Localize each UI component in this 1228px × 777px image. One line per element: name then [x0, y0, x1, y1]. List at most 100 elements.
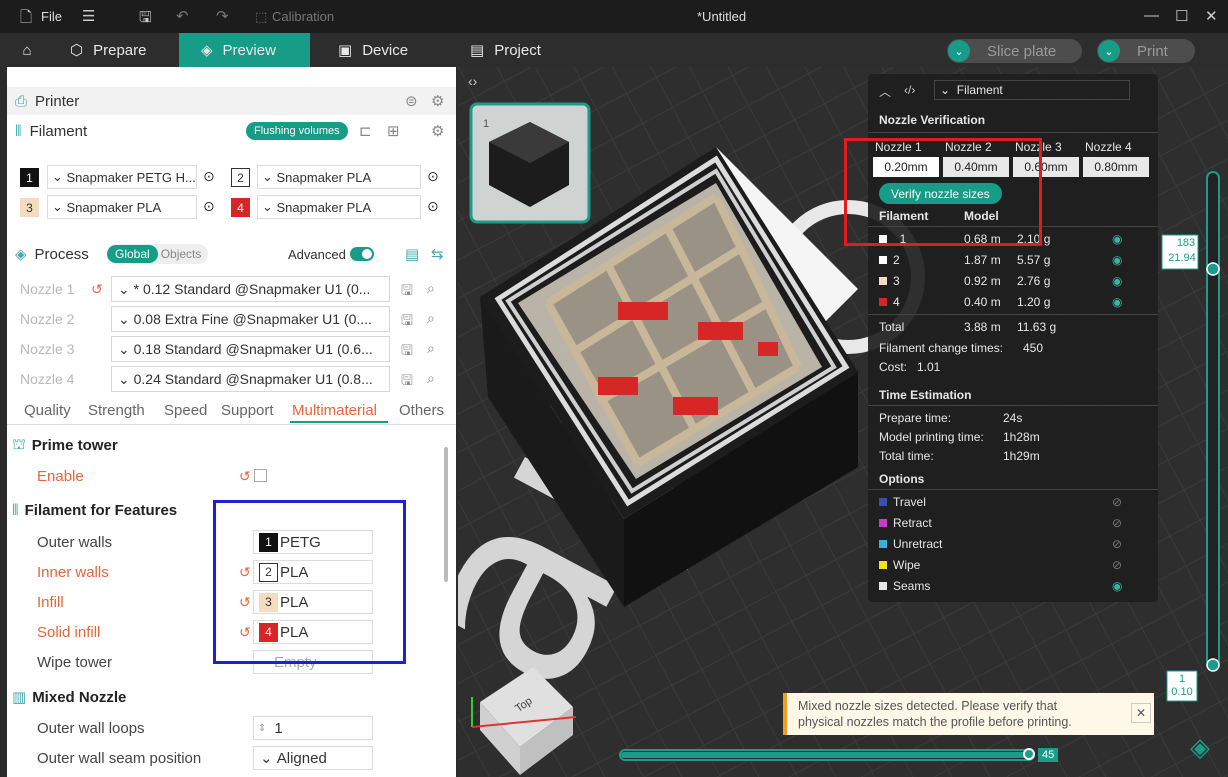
undo-icon[interactable]: ↶ — [176, 7, 189, 25]
total-label: Total — [879, 320, 905, 334]
filament-badge[interactable]: 3 — [20, 198, 39, 217]
eye-icon[interactable]: ◉ — [1112, 232, 1122, 246]
collapse-sidebar-icon[interactable]: ‹› — [468, 73, 477, 89]
save-icon[interactable]: 🖫 — [401, 340, 413, 364]
view-type-select[interactable]: ⌄ Filament — [934, 80, 1130, 100]
print-button[interactable]: ⌄ Print — [1097, 39, 1195, 63]
menu-icon[interactable]: ☰ — [82, 7, 95, 25]
search-icon[interactable]: ⌕ — [427, 370, 435, 387]
tab-speed[interactable]: Speed — [164, 402, 207, 419]
printer-header[interactable]: ⎙ Printer ⊜ ⚙ — [7, 87, 456, 115]
compare-icon[interactable]: ⊜ — [405, 92, 418, 110]
scrollbar[interactable] — [444, 447, 448, 582]
eye-off-icon[interactable]: ⊘ — [1112, 558, 1122, 572]
layer-slider-bottom-handle[interactable] — [1206, 658, 1220, 672]
close-icon[interactable]: ✕ — [1131, 703, 1151, 723]
chevron-down-icon[interactable]: ⌄ — [948, 40, 970, 62]
tab-support[interactable]: Support — [221, 402, 274, 419]
file-menu[interactable]: File — [41, 9, 62, 24]
list-icon[interactable]: ▤ — [405, 245, 419, 263]
eye-off-icon[interactable]: ⊘ — [1112, 537, 1122, 551]
move-slider-handle[interactable] — [1023, 748, 1035, 760]
save-icon[interactable]: 🖫 — [139, 7, 152, 32]
filament-row: 4 — [879, 295, 900, 309]
features-title: Filament for Features — [24, 502, 178, 519]
printer-icon: ⎙ — [15, 92, 28, 110]
calibration-menu[interactable]: Calibration — [272, 9, 334, 24]
process-select[interactable]: ⌄ 0.18 Standard @Snapmaker U1 (0.6... — [111, 336, 390, 362]
eye-off-icon[interactable]: ⊘ — [1112, 516, 1122, 530]
tab-multimaterial[interactable]: Multimaterial — [292, 402, 377, 419]
global-objects-toggle[interactable]: Global Objects — [107, 244, 208, 264]
filament-badge[interactable]: 2 — [231, 168, 250, 187]
layers-icon[interactable]: ◈ — [1190, 732, 1210, 763]
filament-title: Filament — [29, 122, 88, 140]
flushing-volumes-button[interactable]: Flushing volumes — [246, 122, 348, 140]
reset-icon[interactable]: ↺ — [91, 281, 103, 298]
filament-select[interactable]: ⌄ Snapmaker PLA — [47, 195, 197, 219]
eye-icon[interactable]: ◉ — [1112, 253, 1122, 267]
tab-quality[interactable]: Quality — [24, 402, 71, 419]
filament-settings-icon[interactable]: ⚙ — [431, 122, 444, 140]
save-icon[interactable]: 🖫 — [401, 310, 413, 334]
redo-icon[interactable]: ↷ — [216, 7, 229, 25]
search-icon[interactable]: ⌕ — [427, 280, 435, 297]
options-title: Options — [879, 472, 925, 486]
filament-badge[interactable]: 1 — [20, 168, 39, 187]
tab-others[interactable]: Others — [399, 402, 444, 419]
filament-select[interactable]: ⌄ Snapmaker PETG H... — [47, 165, 197, 189]
seam-position-select[interactable]: ⌄ Aligned — [253, 746, 373, 770]
process-select[interactable]: ⌄ 0.24 Standard @Snapmaker U1 (0.8... — [111, 366, 390, 392]
compare-icon[interactable]: ⇆ — [431, 245, 444, 263]
change-times-label: Filament change times: — [879, 341, 1004, 355]
save-icon[interactable]: 🖫 — [401, 280, 413, 304]
reset-icon[interactable]: ↺ — [239, 468, 251, 485]
filament-select[interactable]: ⌄ Snapmaker PLA — [257, 195, 421, 219]
stepper-icon[interactable]: ⇕ — [258, 723, 266, 734]
file-icon[interactable]: 🗋 — [20, 7, 32, 32]
settings-icon[interactable]: ⚙ — [431, 92, 444, 110]
tab-device[interactable]: ▣ Device — [338, 33, 438, 67]
more-icon[interactable]: ⊙ — [203, 198, 215, 215]
collapse-icon[interactable]: ︿ — [879, 83, 891, 100]
divider — [868, 489, 1158, 490]
process-select[interactable]: ⌄ 0.08 Extra Fine @Snapmaker U1 (0.... — [111, 306, 390, 332]
calibration-icon[interactable]: ⬚ — [255, 9, 267, 25]
eye-icon[interactable]: ◉ — [1112, 579, 1122, 593]
remove-filament-icon[interactable]: ⊏ — [359, 122, 372, 140]
tab-strength[interactable]: Strength — [88, 402, 145, 419]
minimize-icon[interactable]: — — [1144, 7, 1159, 24]
save-icon[interactable]: 🖫 — [401, 370, 413, 394]
global-option[interactable]: Global — [107, 245, 158, 263]
more-icon[interactable]: ⊙ — [203, 168, 215, 185]
eye-icon[interactable]: ◉ — [1112, 295, 1122, 309]
maximize-icon[interactable]: ☐ — [1175, 7, 1188, 25]
layer-slider-top-handle[interactable] — [1206, 262, 1220, 276]
option-row: Retract — [879, 516, 932, 530]
eye-off-icon[interactable]: ⊘ — [1112, 495, 1122, 509]
tab-prepare[interactable]: ⬡ Prepare — [70, 33, 170, 67]
enable-checkbox[interactable] — [254, 469, 267, 482]
more-icon[interactable]: ⊙ — [427, 168, 439, 185]
filament-badge[interactable]: 4 — [231, 198, 250, 217]
search-icon[interactable]: ⌕ — [427, 340, 435, 357]
move-slider[interactable] — [619, 748, 1035, 761]
chevron-down-icon[interactable]: ⌄ — [1098, 40, 1120, 62]
eye-icon[interactable]: ◉ — [1112, 274, 1122, 288]
add-filament-icon[interactable]: ⊞ — [387, 122, 400, 140]
tab-preview[interactable]: ◈ Preview — [179, 33, 310, 67]
tab-project[interactable]: ▤ Project — [470, 33, 570, 67]
more-icon[interactable]: ⊙ — [427, 198, 439, 215]
advanced-toggle[interactable] — [350, 247, 374, 261]
close-icon[interactable]: ✕ — [1205, 7, 1218, 25]
layer-slider[interactable] — [1206, 171, 1220, 668]
color-swatch — [879, 561, 887, 569]
process-select[interactable]: ⌄ * 0.12 Standard @Snapmaker U1 (0... — [111, 276, 390, 302]
outer-wall-loops-stepper[interactable]: ⇕ 1 — [253, 716, 373, 740]
search-icon[interactable]: ⌕ — [427, 310, 435, 327]
filament-select[interactable]: ⌄ Snapmaker PLA — [257, 165, 421, 189]
home-tab[interactable]: ⌂ — [10, 33, 44, 67]
objects-option[interactable]: Objects — [158, 247, 202, 261]
code-icon[interactable]: ‹/› — [904, 83, 915, 97]
slice-plate-button[interactable]: ⌄ Slice plate — [947, 39, 1082, 63]
